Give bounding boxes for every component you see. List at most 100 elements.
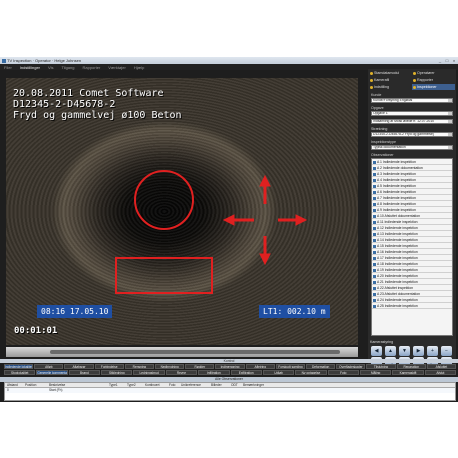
observation-code-button[interactable]: Infiltration <box>198 370 230 375</box>
checkbox-icon[interactable] <box>373 298 376 302</box>
defect-circle-marker[interactable] <box>134 170 194 230</box>
observation-code-button[interactable]: Ledningsbrud <box>133 370 165 375</box>
checkbox-icon[interactable] <box>373 274 376 278</box>
checkbox-icon[interactable] <box>373 304 376 308</box>
checkbox-icon[interactable] <box>373 292 376 296</box>
menu-item-indstillinger[interactable]: Indstillinger <box>16 65 44 70</box>
checkbox-icon[interactable] <box>373 166 376 170</box>
observation-code-button[interactable]: Måling <box>359 370 392 375</box>
checkbox-icon[interactable] <box>373 184 376 188</box>
checkbox-icon[interactable] <box>373 226 376 230</box>
observation-code-button[interactable]: Tilslutning <box>366 364 396 369</box>
video-counter: 00:01:01 <box>14 326 58 336</box>
observation-code-button[interactable]: Overfladeskader <box>336 364 366 369</box>
list-item[interactable]: A 25 Indledende inspektion <box>372 303 452 309</box>
checkbox-icon[interactable] <box>373 172 376 176</box>
tab-kamerafil[interactable]: Kamerafil <box>369 77 411 83</box>
checkbox-icon[interactable] <box>373 202 376 206</box>
observation-code-button[interactable]: Ny optagelse <box>295 370 327 375</box>
checkbox-icon[interactable] <box>373 196 376 200</box>
menu-item-filer[interactable]: Filer <box>0 65 16 70</box>
list-item-label: A 20 Indledende inspektion <box>377 274 418 278</box>
checkbox-icon[interactable] <box>373 214 376 218</box>
checkbox-icon[interactable] <box>373 208 376 212</box>
observation-code-button[interactable]: Stoplokalitet <box>4 370 36 375</box>
observation-code-button[interactable]: Foto <box>327 370 359 375</box>
tab-stamdatamodul[interactable]: Stamdatamodul <box>369 70 411 76</box>
tab-operatoerer[interactable]: Operatører <box>412 70 455 76</box>
camera-control-button[interactable]: ▲ <box>385 346 396 356</box>
menu-item-hjaelp[interactable]: Hjælp <box>130 65 148 70</box>
chevron-down-icon <box>448 99 452 102</box>
observations-container: A 1 Indledende inspektion A 2 Indledende … <box>372 159 452 309</box>
checkbox-icon[interactable] <box>373 280 376 284</box>
observation-code-button[interactable]: Afløbsrør <box>64 364 94 369</box>
checkbox-icon[interactable] <box>373 286 376 290</box>
observation-code-button[interactable]: Afløb <box>34 364 64 369</box>
chevron-down-icon <box>448 120 452 123</box>
menu-item-rapporter[interactable]: Rapporter <box>78 65 104 70</box>
observation-code-button[interactable]: Forskudt samling <box>275 364 306 369</box>
observation-code-button[interactable]: Rensning <box>124 364 155 369</box>
tab-indstilling[interactable]: Indstilling <box>369 84 411 90</box>
observation-code-button[interactable]: Stikledning <box>101 370 133 375</box>
observation-code-button[interactable]: Aflejring <box>245 364 275 369</box>
observation-code-button[interactable]: Deformation <box>306 364 336 369</box>
camera-control-button[interactable]: ▶ <box>413 346 424 356</box>
observation-code-button[interactable]: Generelle kommentarer <box>36 370 68 375</box>
straekning-select[interactable]: D12345-2-D45678-2 Fryd og gammelvej <box>371 132 453 137</box>
list-item-label: A 19 Indledende inspektion <box>377 268 418 272</box>
observation-code-button[interactable]: Reparation <box>396 364 426 369</box>
checkbox-icon[interactable] <box>373 238 376 242</box>
observation-code-button[interactable]: Rødder <box>185 364 215 369</box>
table-row[interactable]: 0 Start (Fh) <box>5 388 455 393</box>
checkbox-icon[interactable] <box>373 178 376 182</box>
observation-code-button[interactable]: Afslut <box>424 370 457 375</box>
playback-scrubber[interactable] <box>50 350 340 354</box>
checkbox-icon[interactable] <box>373 250 376 254</box>
minimize-button[interactable]: _ <box>437 58 443 63</box>
observation-code-button[interactable]: Kameraskift <box>392 370 424 375</box>
checkbox-icon[interactable] <box>373 160 376 164</box>
observation-code-button[interactable]: Afsluttet <box>426 364 457 369</box>
checkbox-icon[interactable] <box>373 190 376 194</box>
tab-rapporter[interactable]: Rapporter <box>412 77 455 83</box>
tab-inspektioner[interactable]: Inspektioner <box>412 84 455 90</box>
checkbox-icon[interactable] <box>373 268 376 272</box>
observation-code-button[interactable]: Revne <box>165 370 198 375</box>
camera-control-button[interactable]: ◀ <box>371 346 382 356</box>
menu-item-vaerktoejer[interactable]: Værktøjer <box>104 65 130 70</box>
tab-label: Rapporter <box>417 78 433 82</box>
observation-code-button[interactable]: Indtrængning <box>215 364 245 369</box>
observation-code-button[interactable]: Exfiltration <box>230 370 262 375</box>
checkbox-icon[interactable] <box>373 220 376 224</box>
list-item-label: A 25 Indledende inspektion <box>377 304 418 308</box>
close-button[interactable]: × <box>451 58 457 63</box>
menu-item-vis[interactable]: Vis <box>44 65 57 70</box>
checkbox-icon[interactable] <box>373 256 376 260</box>
observations-grid[interactable]: Afstand Position Beskrivelse Type1 Type2 Kont… <box>4 382 456 401</box>
maximize-button[interactable]: □ <box>444 58 450 63</box>
grid-cell: Start (Fh) <box>49 388 63 392</box>
list-item-label: A 21 Indledende inspektion <box>377 280 418 284</box>
observation-code-button[interactable]: Udløb <box>262 370 295 375</box>
camera-control-button[interactable]: ▼ <box>399 346 410 356</box>
checkbox-icon[interactable] <box>373 244 376 248</box>
camera-control-button[interactable]: − <box>441 346 452 356</box>
observations-list[interactable]: A 1 Indledende inspektion A 2 Indledende … <box>371 158 453 336</box>
grid-cell: 0 <box>7 388 9 392</box>
opgave-select[interactable]: Opgave 1 <box>371 111 453 116</box>
checkbox-icon[interactable] <box>373 262 376 266</box>
checkbox-icon[interactable] <box>373 232 376 236</box>
defect-rect-marker[interactable] <box>115 257 213 294</box>
kunde-select[interactable]: Kunde/Forsyning Engødal <box>371 98 453 103</box>
observation-code-button[interactable]: Brønd <box>68 370 101 375</box>
indsamling-select[interactable]: Indsamling af Mosk øllede fr. 12.07.2010 <box>371 119 453 124</box>
menu-item-tilgang[interactable]: Tilgang <box>58 65 79 70</box>
observation-code-button[interactable]: Indledende lokalitet <box>4 364 34 369</box>
video-feed[interactable]: 20.08.2011 Comet Software D12345-2-D4567… <box>6 78 358 345</box>
inspektionstype-select[interactable]: Typisk dokumentation <box>371 145 453 150</box>
camera-control-button[interactable]: + <box>427 346 438 356</box>
observation-code-button[interactable]: Nedbrydning <box>155 364 185 369</box>
observation-code-button[interactable]: Forbindelse <box>94 364 124 369</box>
